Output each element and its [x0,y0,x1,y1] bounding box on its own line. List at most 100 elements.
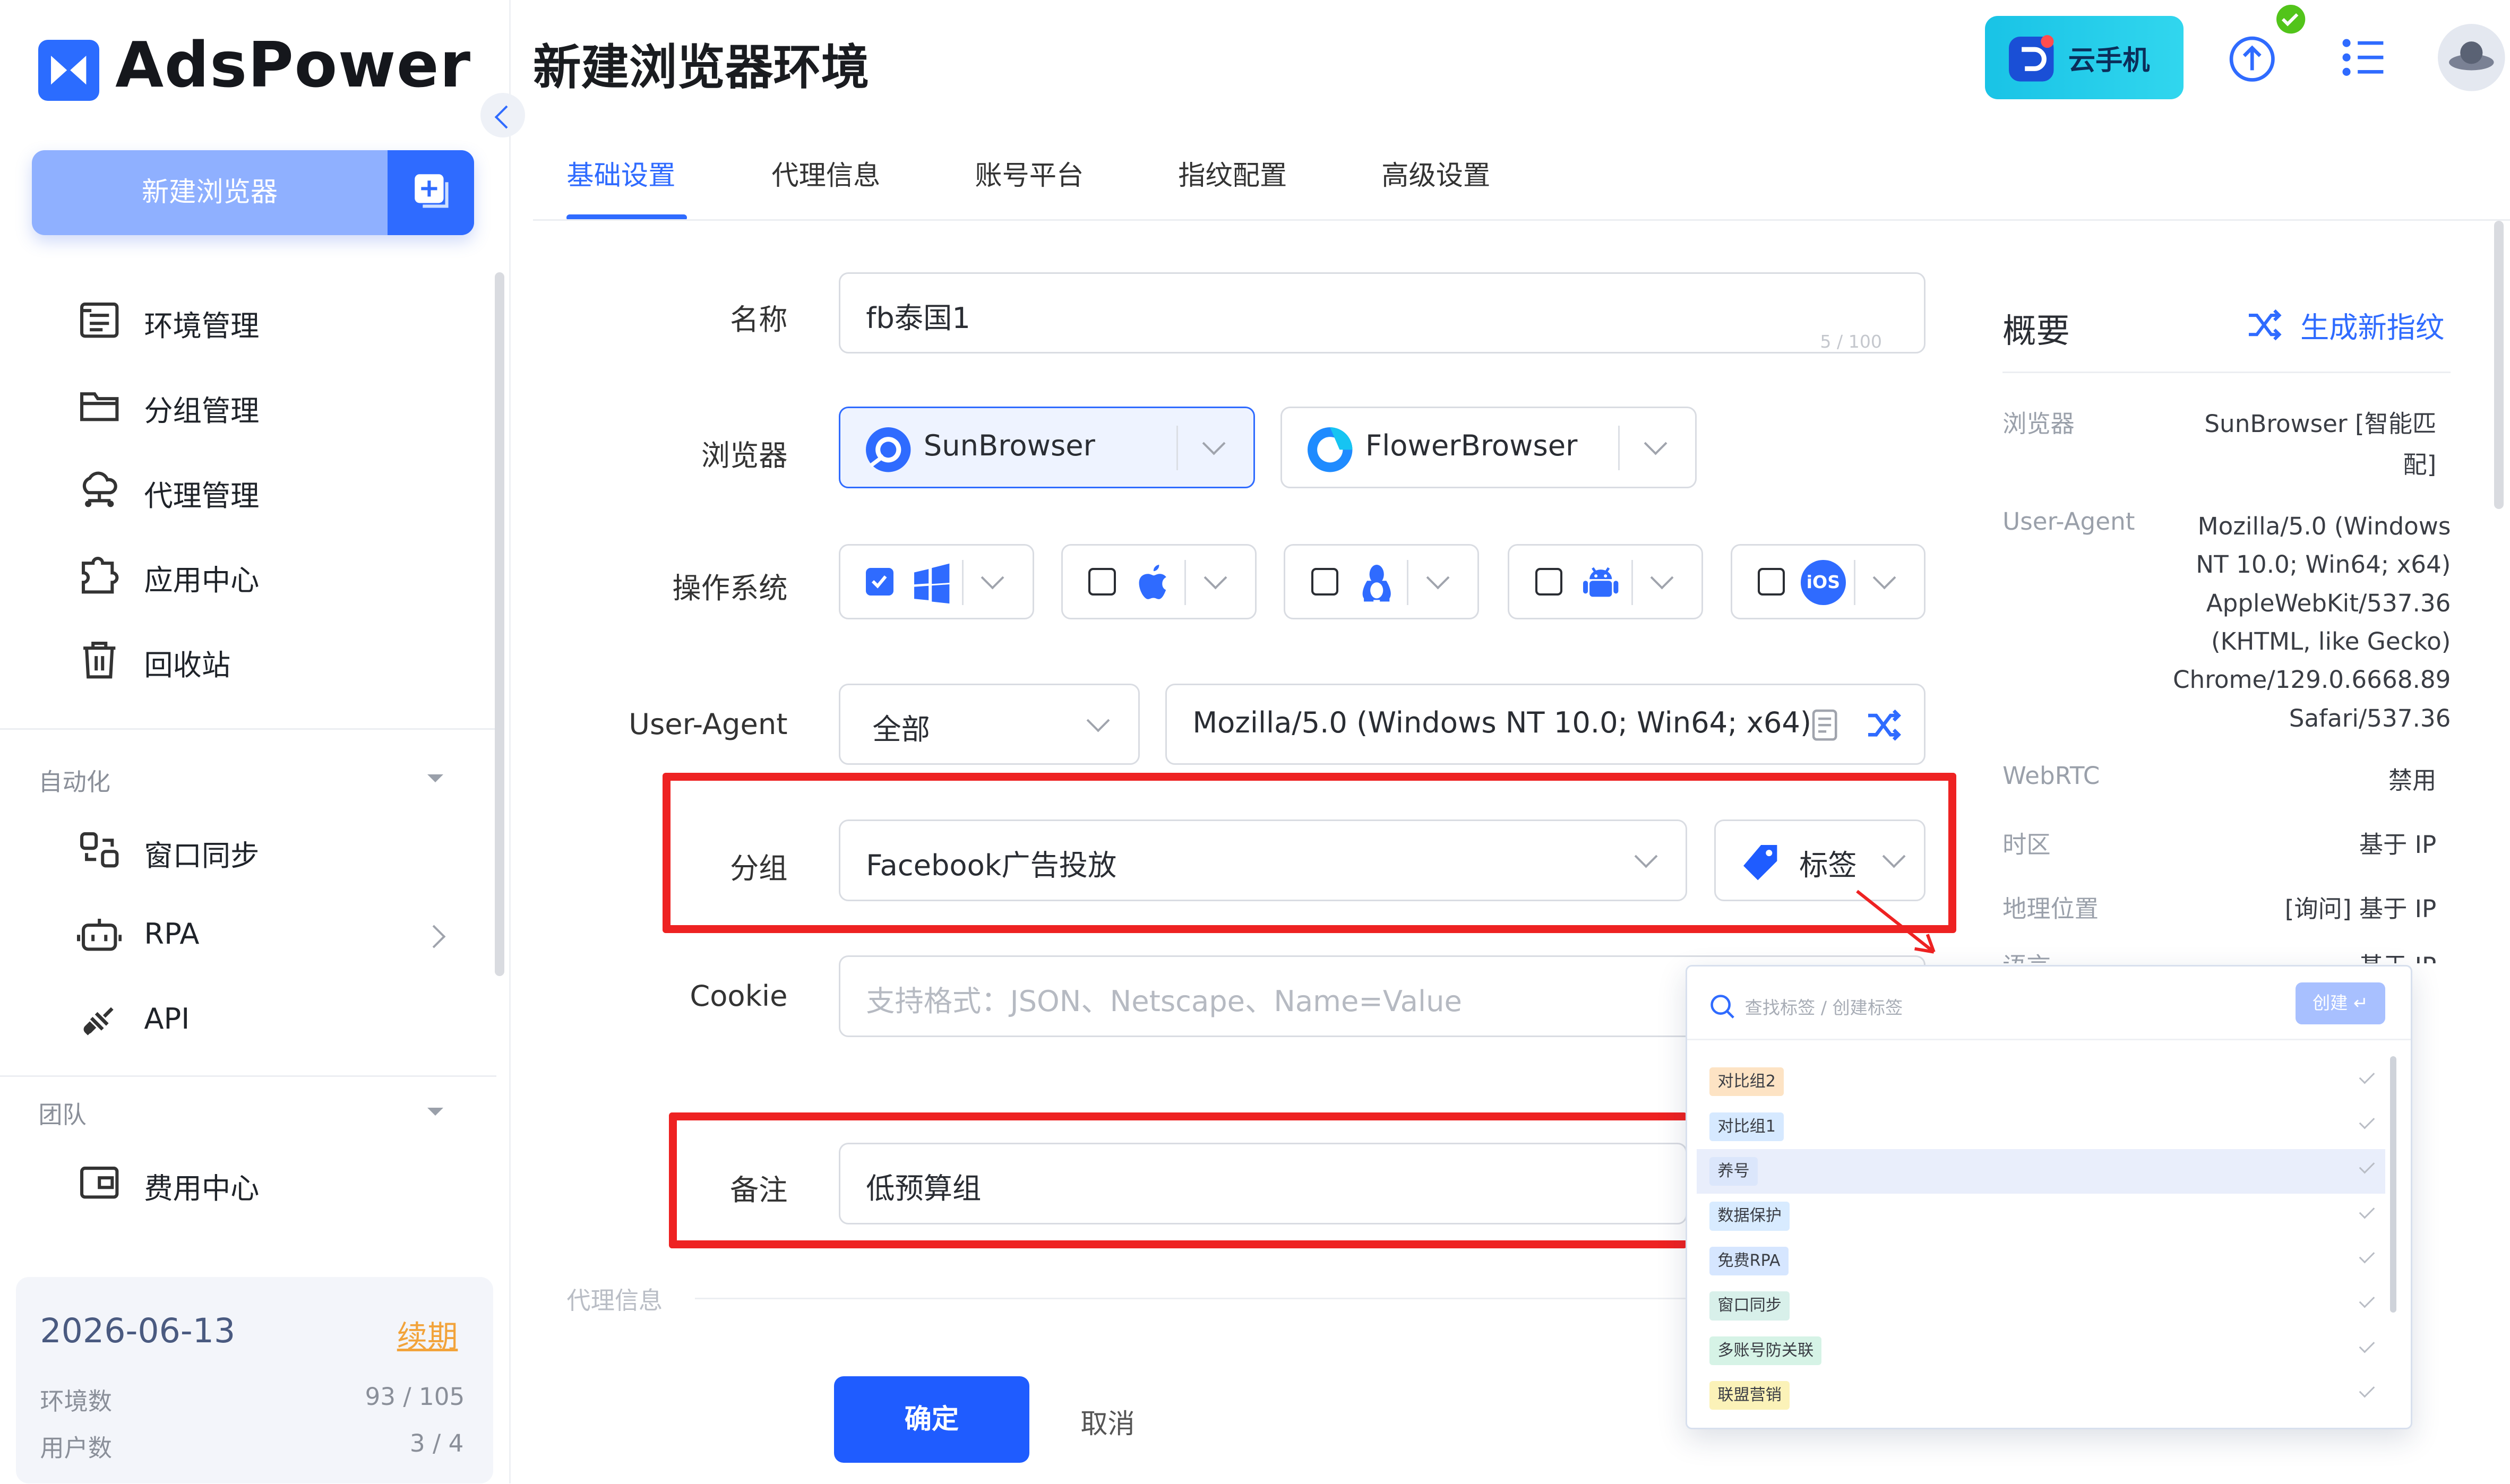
name-input[interactable]: fb泰国1 5 / 100 [839,272,1926,354]
sidebar-item-proxy[interactable]: 代理管理 [77,461,461,519]
os-option-windows[interactable] [839,544,1034,619]
shuffle-icon [2249,309,2282,341]
sidebar-item-trash[interactable]: 回收站 [77,631,461,688]
sidebar-item-apps[interactable]: 应用中心 [77,546,461,603]
chevron-down-icon[interactable] [1426,566,1450,590]
env-count-label: 环境数 [40,1387,113,1416]
sidebar-item-label: 费用中心 [144,1172,260,1206]
sidebar-item-rpa[interactable]: RPA [76,906,461,964]
divider [533,219,2510,221]
os-option-android[interactable] [1508,544,1704,619]
tag-option[interactable]: 多账号防关联 [1697,1328,2385,1373]
sidebar-scrollbar[interactable] [494,272,504,977]
new-browser-button[interactable]: 新建浏览器 [32,150,474,236]
group-label: 分组 [729,852,788,886]
tag-chip: 对比组1 [1709,1112,1784,1141]
chevron-down-icon [1882,844,1906,868]
group-select[interactable]: Facebook广告投放 [839,819,1688,901]
cloud-phone-button[interactable]: 云手机 [1984,16,2184,99]
account-footer: 2026-06-13 续期 环境数 93 / 105 用户数 3 / 4 [16,1277,493,1484]
os-option-macos[interactable] [1061,544,1257,619]
tab-proxy[interactable]: 代理信息 [771,153,880,193]
summary-value-line: (KHTML, like Gecko) [2211,627,2451,655]
tab-account[interactable]: 账号平台 [975,153,1084,193]
checkbox[interactable] [1535,568,1562,596]
arrow-pointer [1855,890,1936,954]
sidebar-item-env[interactable]: 环境管理 [77,291,461,349]
summary-value-line: 配] [2403,450,2437,479]
chevron-down-icon[interactable] [427,774,444,783]
chevron-down-icon[interactable] [1872,566,1896,590]
add-browser-icon[interactable] [387,150,474,236]
avatar[interactable] [2436,22,2507,93]
checkbox[interactable] [1088,568,1116,596]
browser-option-sunbrowser[interactable]: SunBrowser [839,406,1255,488]
ua-input[interactable]: Mozilla/5.0 (Windows NT 10.0; Win64; x64… [1165,683,1926,765]
checkbox[interactable] [1311,568,1338,596]
note-input[interactable]: 低预算组 [839,1142,1688,1224]
check-icon [2359,1247,2375,1264]
chevron-down-icon[interactable] [1644,432,1667,455]
sidebar-item-window-sync[interactable]: 窗口同步 [77,821,461,879]
tag-chip: 多账号防关联 [1709,1336,1822,1365]
chevron-down-icon[interactable] [1204,566,1227,590]
check-icon [2359,1382,2375,1398]
checkbox-checked[interactable] [866,568,893,596]
user-count-label: 用户数 [40,1434,113,1462]
chevron-right-icon[interactable] [422,925,446,948]
collapse-sidebar-button[interactable] [480,92,525,138]
puzzle-icon [81,557,119,594]
section-automation[interactable]: 自动化 [38,763,110,798]
separator [1184,560,1187,605]
tag-option[interactable]: 窗口同步 [1697,1283,2385,1328]
os-option-linux[interactable] [1284,544,1480,619]
robot-icon [76,918,122,951]
summary-value-line: SunBrowser [智能匹 [2204,409,2437,438]
task-list-icon[interactable] [2340,35,2388,80]
summary-key-browser: 浏览器 [2002,409,2075,438]
tag-list-scrollbar[interactable] [2389,1056,2396,1313]
tag-option[interactable]: 数据保护 [1697,1194,2385,1238]
checkbox[interactable] [1757,568,1785,596]
ua-label: User-Agent [629,707,788,741]
chevron-down-icon[interactable] [981,566,1004,590]
tab-basic[interactable]: 基础设置 [566,153,675,193]
summary-value-webrtc: 禁用 [2388,766,2437,795]
sidebar-item-api[interactable]: API [77,990,461,1048]
tag-chip: 对比组2 [1709,1067,1784,1097]
tag-option[interactable]: 对比组2 [1697,1059,2385,1104]
user-count-value: 3 / 4 [409,1429,464,1457]
upload-sync-icon[interactable] [2225,29,2283,87]
summary-scrollbar[interactable] [2494,221,2504,509]
sidebar-item-label: API [144,1002,190,1036]
tag-option[interactable]: 免费RPA [1697,1239,2385,1283]
section-team[interactable]: 团队 [38,1096,86,1131]
document-icon[interactable] [1810,709,1839,741]
confirm-button[interactable]: 确定 [833,1376,1029,1463]
os-option-ios[interactable]: iOS [1730,544,1926,619]
tag-option[interactable]: 养号 [1697,1149,2385,1194]
tab-fingerprint[interactable]: 指纹配置 [1178,153,1287,193]
separator [1176,426,1179,471]
check-badge-icon [2276,5,2306,34]
renew-link[interactable]: 续期 [397,1313,458,1356]
sunbrowser-icon [866,427,911,472]
chevron-down-icon[interactable] [1202,432,1226,455]
shuffle-icon[interactable] [1865,706,1903,744]
cloud-network-icon [82,472,117,507]
browser-label: 浏览器 [701,439,788,473]
create-tag-button[interactable]: 创建 ↵ [2295,982,2385,1024]
tag-option[interactable]: 对比组1 [1697,1105,2385,1149]
browser-option-flowerbrowser[interactable]: FlowerBrowser [1280,406,1697,488]
sidebar-item-billing[interactable]: 费用中心 [77,1154,461,1212]
proxy-section-title: 代理信息 [566,1287,663,1315]
sidebar-item-groups[interactable]: 分组管理 [77,376,461,434]
tab-advanced[interactable]: 高级设置 [1381,153,1490,193]
tag-search-input[interactable]: 查找标签 / 创建标签 [1745,994,1903,1019]
chevron-down-icon[interactable] [1650,566,1674,590]
chevron-down-icon[interactable] [427,1107,444,1116]
cancel-button[interactable]: 取消 [1080,1402,1135,1441]
ua-filter-select[interactable]: 全部 [839,683,1140,765]
tag-option[interactable]: 联盟营销 [1697,1373,2385,1418]
summary-value-language: 基于 IP [2241,947,2436,963]
